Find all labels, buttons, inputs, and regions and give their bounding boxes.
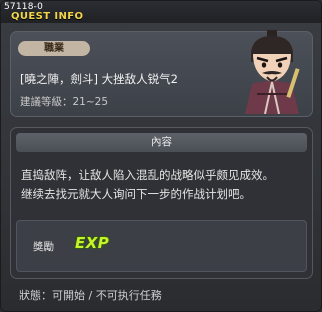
quest-status: 狀態：可開始 / 不可执行任務	[19, 289, 162, 302]
description-line: 直捣敌阵，让敌人陷入混乱的战略似乎颇见成效。	[21, 168, 274, 182]
reward-label: 獎勵	[33, 241, 54, 253]
quest-level: 建議等級：21~25	[20, 96, 109, 108]
description-line: 继续去找元就大人询问下一步的作战计划吧。	[21, 187, 251, 201]
reward-box: 獎勵 EXP	[16, 220, 307, 272]
npc-portrait-icon	[245, 30, 300, 114]
content-section-title: 內容	[16, 133, 307, 152]
quest-header-panel: 職業 [曉之陣，劍斗] 大挫敌人锐气2 建議等級：21~25	[10, 30, 313, 117]
quest-description: 直捣敌阵，让敌人陷入混乱的战略似乎颇见成效。 继续去找元就大人询问下一步的作战计…	[21, 166, 306, 204]
quest-content-panel: 內容 直捣敌阵，让敌人陷入混乱的战略似乎颇见成效。 继续去找元就大人询问下一步的…	[10, 127, 313, 279]
title-bar[interactable]: 57118-0 QUEST INFO	[1, 1, 321, 23]
quest-info-window: 57118-0 QUEST INFO 職業 [曉之陣，劍斗] 大挫敌人锐气2 建…	[0, 0, 322, 312]
window-title: QUEST INFO	[11, 11, 84, 22]
exp-icon: EXP	[75, 234, 110, 252]
quest-name: [曉之陣，劍斗] 大挫敌人锐气2	[20, 72, 178, 86]
job-badge: 職業	[18, 41, 90, 56]
